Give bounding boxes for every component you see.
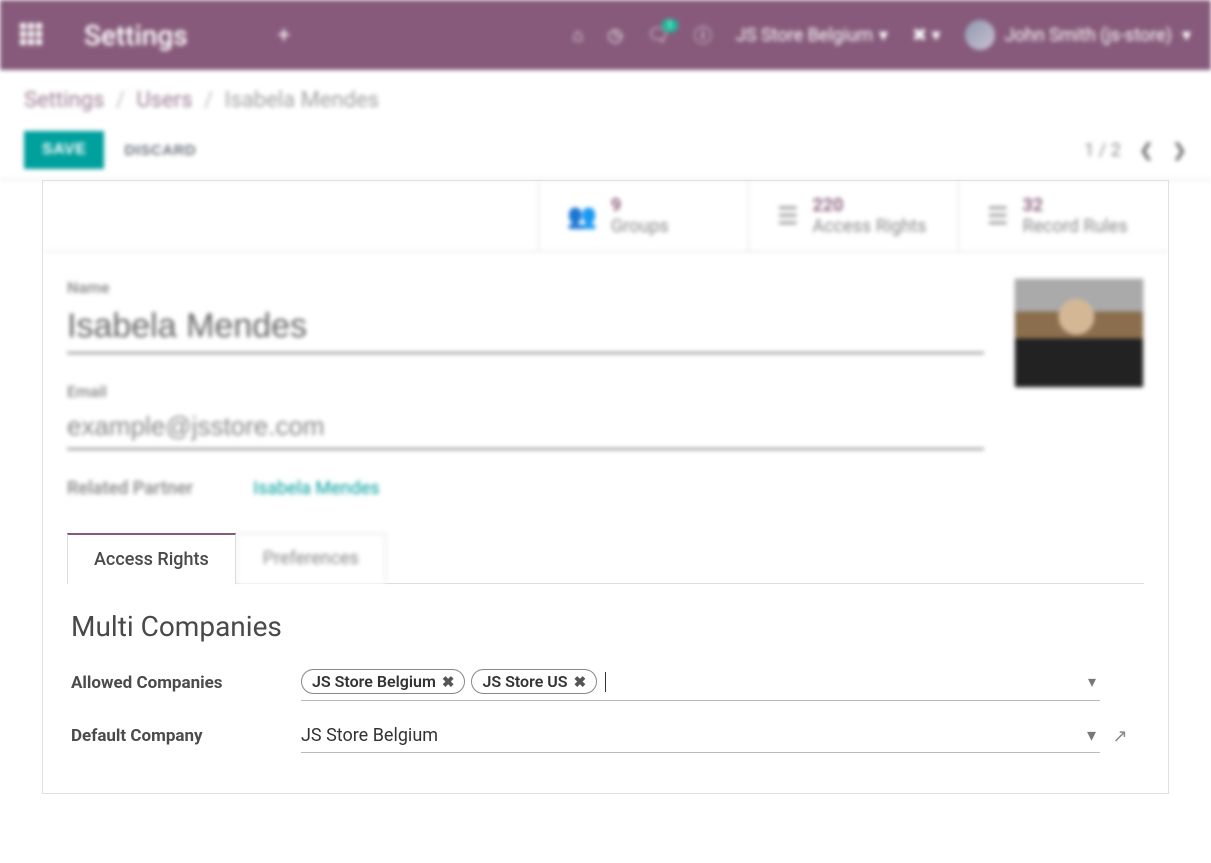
stat-rights-count: 220 — [813, 195, 927, 216]
home-icon[interactable]: ⌂ — [572, 25, 583, 46]
tag-remove-icon[interactable]: ✖ — [574, 673, 587, 691]
chevron-down-icon: ▾ — [1182, 25, 1191, 46]
info-icon[interactable]: ⓘ — [694, 22, 712, 48]
allowed-companies-input[interactable]: JS Store Belgium ✖ JS Store US ✖ ▾ — [301, 665, 1100, 701]
clock-icon[interactable]: ◷ — [607, 25, 623, 46]
stat-groups[interactable]: 👥 9 Groups — [538, 181, 748, 251]
user-name: John Smith (js-store) — [1005, 25, 1172, 46]
related-partner-label: Related Partner — [67, 478, 193, 499]
tag-js-store-belgium: JS Store Belgium ✖ — [301, 669, 465, 694]
pager-next[interactable]: ❯ — [1172, 140, 1187, 161]
related-partner-link[interactable]: Isabela Mendes — [253, 478, 379, 499]
allowed-companies-label: Allowed Companies — [71, 673, 301, 693]
pager-text: 1 / 2 — [1084, 140, 1121, 161]
tag-label: JS Store US — [482, 672, 567, 691]
user-photo[interactable] — [1014, 278, 1144, 388]
pager-prev[interactable]: ❮ — [1139, 140, 1154, 161]
stat-row: 👥 9 Groups ☰ 220 Access Rights ☰ 32 Reco… — [43, 181, 1168, 252]
stat-access-rights[interactable]: ☰ 220 Access Rights — [748, 181, 958, 251]
app-header: Settings + ⌂ ◷ 🗨1 ⓘ JS Store Belgium ▾ ✖… — [0, 0, 1211, 70]
chevron-down-icon[interactable]: ▾ — [1088, 672, 1096, 691]
stat-rights-label: Access Rights — [813, 216, 927, 237]
save-button[interactable]: SAVE — [24, 131, 104, 169]
tab-preferences[interactable]: Preferences — [236, 533, 386, 584]
name-label: Name — [67, 278, 984, 297]
stat-rules-count: 32 — [1023, 195, 1128, 216]
avatar — [965, 20, 995, 50]
stat-groups-label: Groups — [611, 216, 669, 237]
apps-icon[interactable] — [20, 23, 44, 47]
breadcrumb: Settings / Users / Isabela Mendes — [24, 88, 1187, 113]
breadcrumb-settings[interactable]: Settings — [24, 88, 104, 113]
breadcrumb-users[interactable]: Users — [136, 88, 192, 113]
default-company-select[interactable]: JS Store Belgium ▾ — [301, 719, 1100, 753]
tabs: Access Rights Preferences — [67, 533, 1144, 584]
stat-groups-count: 9 — [611, 195, 669, 216]
chevron-down-icon[interactable]: ▾ — [1087, 725, 1096, 746]
name-input[interactable] — [67, 301, 984, 354]
breadcrumb-current: Isabela Mendes — [224, 88, 379, 113]
email-label: Email — [67, 382, 984, 401]
company-name: JS Store Belgium — [736, 25, 873, 46]
pager: 1 / 2 ❮ ❯ — [1084, 140, 1187, 161]
subheader: Settings / Users / Isabela Mendes SAVE D… — [0, 70, 1211, 180]
text-cursor — [605, 672, 606, 692]
external-link-icon[interactable]: ↗ — [1100, 726, 1140, 747]
close-icon[interactable]: ✖ ▾ — [912, 25, 941, 46]
email-input[interactable] — [67, 405, 984, 450]
discard-button[interactable]: DISCARD — [124, 142, 196, 159]
stat-rules-label: Record Rules — [1023, 216, 1128, 237]
chevron-down-icon: ▾ — [879, 25, 888, 46]
tag-label: JS Store Belgium — [312, 672, 436, 691]
messages-icon[interactable]: 🗨1 — [647, 25, 670, 46]
form-panel: 👥 9 Groups ☰ 220 Access Rights ☰ 32 Reco… — [42, 180, 1169, 794]
plus-icon[interactable]: + — [278, 23, 290, 48]
company-selector[interactable]: JS Store Belgium ▾ — [736, 25, 888, 46]
tag-remove-icon[interactable]: ✖ — [442, 673, 455, 691]
list-icon: ☰ — [987, 202, 1009, 230]
app-title: Settings — [84, 19, 188, 52]
default-company-label: Default Company — [71, 726, 301, 746]
stat-record-rules[interactable]: ☰ 32 Record Rules — [958, 181, 1168, 251]
user-menu[interactable]: John Smith (js-store) ▾ — [965, 20, 1191, 50]
section-title: Multi Companies — [71, 610, 1140, 643]
default-company-value: JS Store Belgium — [301, 725, 438, 746]
tag-js-store-us: JS Store US ✖ — [471, 669, 597, 694]
groups-icon: 👥 — [567, 202, 597, 230]
multi-companies-section: Multi Companies Allowed Companies JS Sto… — [67, 584, 1144, 793]
list-icon: ☰ — [777, 202, 799, 230]
message-badge: 1 — [662, 19, 678, 32]
tab-access-rights[interactable]: Access Rights — [67, 533, 236, 584]
